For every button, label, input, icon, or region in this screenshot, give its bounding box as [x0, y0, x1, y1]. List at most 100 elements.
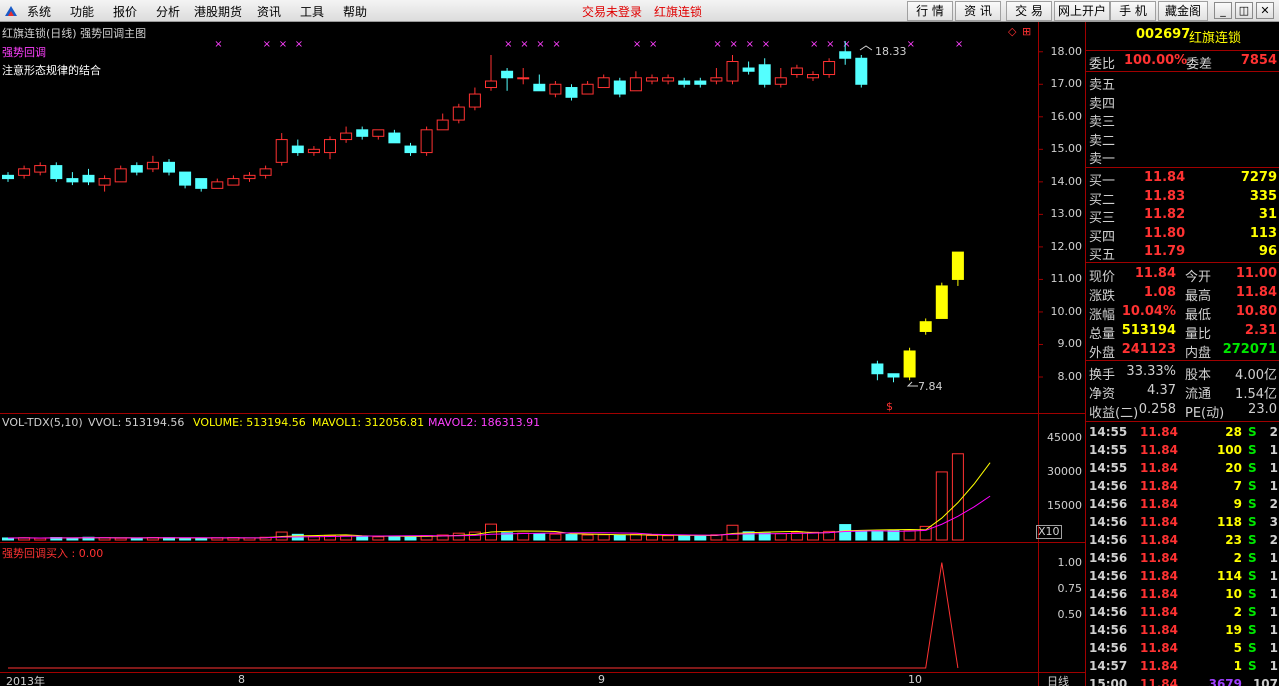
stock-name: 红旗连锁: [1189, 31, 1242, 46]
tab-cangjinge[interactable]: 藏金阁: [1158, 1, 1208, 21]
volume-tick-label: 15000: [1047, 498, 1082, 512]
restore-button[interactable]: ◫: [1235, 2, 1253, 19]
menu-analysis[interactable]: 分析: [156, 3, 180, 20]
stat-value: 10.04%: [1121, 304, 1176, 319]
tick-count: 1: [1269, 479, 1278, 493]
stat-label: PE(动): [1185, 406, 1225, 421]
tick-count: 1: [1269, 461, 1278, 475]
high-marker-arrow: [859, 45, 873, 51]
separator: [1086, 262, 1279, 263]
buy-row: 买五 11.79 96: [1086, 243, 1279, 263]
stat-value: 11.84: [1235, 285, 1277, 300]
tick-side: S: [1248, 515, 1257, 529]
tick-volume: 20: [1225, 461, 1242, 475]
candle-body: [919, 321, 932, 332]
tick-price: 11.84: [1140, 587, 1178, 601]
indicator-cross-marker: ×: [520, 39, 528, 50]
vol-indicator-name: VOL-TDX(5,10): [2, 416, 83, 429]
tab-trade[interactable]: 交 易: [1006, 1, 1052, 21]
tab-market[interactable]: 行 情: [907, 1, 953, 21]
period-label[interactable]: 日线: [1047, 673, 1069, 686]
candle-body: [903, 350, 916, 378]
buy-level-label: 买一: [1089, 174, 1116, 189]
stat-row: 收益(二) 0.258 PE(动) 23.0: [1086, 401, 1279, 421]
tick-count: 1: [1269, 587, 1278, 601]
tick-time: 14:56: [1089, 533, 1128, 547]
tab-mobile[interactable]: 手 机: [1110, 1, 1156, 21]
tick-volume: 3679: [1208, 677, 1242, 686]
tick-row: 14:55 11.84 28 S 2: [1086, 424, 1279, 442]
candle-body: [855, 57, 868, 85]
stat-label: 最低: [1185, 308, 1212, 323]
stat-value: 4.00亿: [1235, 368, 1277, 383]
volume-bar: [951, 453, 964, 541]
volume-bar: [468, 531, 481, 541]
separator: [1086, 50, 1279, 51]
expand-icon[interactable]: ⊞: [1022, 25, 1031, 38]
price-tick-label: 17.00: [1050, 77, 1083, 91]
stat-value: 23.0: [1248, 402, 1277, 417]
indicator-cross-marker: ×: [633, 39, 641, 50]
indicator-cross-marker: ×: [263, 39, 271, 50]
candle-body: [662, 77, 675, 82]
menu-hk-futures[interactable]: 港股期货: [194, 3, 242, 20]
sell-level-label: 卖五: [1089, 78, 1116, 93]
login-status[interactable]: 交易未登录: [582, 3, 642, 20]
tick-volume: 2: [1233, 605, 1242, 619]
tick-side: S: [1248, 623, 1257, 637]
menu-help[interactable]: 帮助: [343, 3, 367, 20]
stat-label: 涨跌: [1089, 289, 1116, 304]
volume-bar: [903, 530, 916, 541]
volume-bar: [565, 534, 578, 541]
tick-row: 14:56 11.84 114 S 1: [1086, 568, 1279, 586]
candle-body: [2, 174, 14, 180]
indicator-cross-marker: ×: [826, 39, 834, 50]
tick-row: 14:56 11.84 118 S 3: [1086, 514, 1279, 532]
price-tick-label: 14.00: [1050, 174, 1083, 188]
menu-quote[interactable]: 报价: [113, 3, 137, 20]
date-label-oct: 10: [908, 673, 922, 686]
minimize-button[interactable]: _: [1214, 2, 1232, 19]
buy-price: 11.79: [1144, 244, 1186, 259]
kline-chart[interactable]: × × × × × × × × × × × × × × × × × × ×: [0, 22, 1085, 686]
diamond-icon[interactable]: ◇: [1008, 25, 1016, 38]
tick-count: 1: [1269, 641, 1278, 655]
x10-label[interactable]: X10: [1036, 525, 1062, 539]
menu-system[interactable]: 系统: [27, 3, 51, 20]
chart-area[interactable]: × × × × × × × × × × × × × × × × × × × 红旗连锁(日线) 强势回调主图 强势回调…: [0, 22, 1085, 686]
mavol2-value: MAVOL2: 186313.91: [428, 416, 541, 429]
indicator-cross-marker: ×: [907, 39, 915, 50]
tab-open-account[interactable]: 网上开户: [1054, 1, 1110, 21]
candle-body: [420, 129, 433, 154]
sell-row: 卖一: [1086, 147, 1279, 167]
candle-body: [646, 77, 658, 82]
tick-count: 107: [1252, 677, 1278, 686]
mavol1-value: MAVOL1: 312056.81: [312, 416, 425, 429]
indicator-cross-marker: ×: [842, 39, 850, 50]
candle-body: [726, 61, 739, 82]
tick-count: 2: [1269, 533, 1278, 547]
candle-body: [340, 132, 353, 141]
menu-tools[interactable]: 工具: [300, 3, 324, 20]
indicator-cross-marker: ×: [649, 39, 657, 50]
tab-news[interactable]: 资 讯: [955, 1, 1001, 21]
candle-body: [517, 77, 530, 80]
indicator-cross-marker: ×: [746, 39, 754, 50]
menu-news[interactable]: 资讯: [257, 3, 281, 20]
sell-row: 卖五: [1086, 73, 1279, 93]
tick-count: 1: [1269, 551, 1278, 565]
stat-value: 2.31: [1244, 323, 1277, 338]
indicator-name: 强势回调: [2, 46, 46, 59]
date-label-2013: 2013年: [6, 675, 45, 686]
tick-price: 11.84: [1140, 425, 1178, 439]
candle-body: [581, 83, 594, 95]
candle-body: [613, 80, 626, 95]
separator: [1086, 360, 1279, 361]
buy-price: 11.84: [1144, 170, 1186, 185]
candle-body: [66, 178, 79, 183]
tick-price: 11.84: [1140, 605, 1178, 619]
menu-function[interactable]: 功能: [70, 3, 94, 20]
indicator-cross-marker: ×: [730, 39, 738, 50]
candle-body: [774, 77, 787, 85]
close-button[interactable]: ✕: [1256, 2, 1274, 19]
